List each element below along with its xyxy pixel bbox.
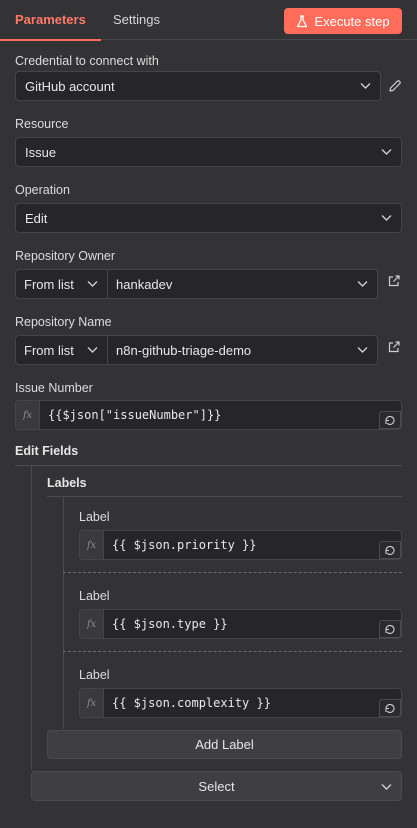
- chevron-down-icon: [357, 347, 368, 353]
- label-expression-input[interactable]: fx {{ $json.type }}: [79, 609, 402, 639]
- chevron-down-icon: [360, 83, 371, 89]
- external-link-icon[interactable]: [387, 274, 401, 288]
- issue-number-expression-input[interactable]: fx {{$json["issueNumber"]}}: [15, 400, 402, 430]
- label-item-separator: [63, 651, 402, 652]
- label-value: {{ $json.type }}: [112, 617, 228, 631]
- label-item-label: Label: [79, 589, 110, 603]
- repository-owner-value: hankadev: [116, 276, 173, 292]
- edit-fields-label: Edit Fields: [15, 444, 79, 458]
- expand-editor-button[interactable]: [379, 541, 401, 559]
- expand-editor-button[interactable]: [379, 620, 401, 638]
- chevron-down-icon: [357, 281, 368, 287]
- label-expression-input[interactable]: fx {{ $json.priority }}: [79, 530, 402, 560]
- chevron-down-icon: [87, 347, 98, 353]
- label-item-label: Label: [79, 668, 110, 682]
- expand-icon: [385, 545, 395, 555]
- add-label-text: Add Label: [195, 737, 254, 752]
- label-value: {{ $json.priority }}: [112, 538, 257, 552]
- operation-value: Edit: [25, 210, 48, 226]
- credential-value: GitHub account: [25, 78, 115, 94]
- chevron-down-icon: [381, 149, 392, 155]
- labels-group-label: Labels: [47, 476, 87, 490]
- edit-fields-indent-line: [31, 466, 32, 769]
- tab-settings[interactable]: Settings: [113, 0, 160, 40]
- credential-label: Credential to connect with: [15, 54, 159, 68]
- repository-name-mode-select[interactable]: From list: [15, 335, 108, 365]
- tab-bar: Parameters Settings Execute step: [0, 0, 417, 41]
- label-item-label: Label: [79, 510, 110, 524]
- expand-editor-button[interactable]: [379, 699, 401, 717]
- fx-icon: fx: [80, 610, 104, 638]
- label-expression-input[interactable]: fx {{ $json.complexity }}: [79, 688, 402, 718]
- fx-icon: fx: [80, 689, 104, 717]
- expand-icon: [385, 415, 395, 425]
- repository-owner-select[interactable]: hankadev: [108, 269, 378, 299]
- repository-name-label: Repository Name: [15, 315, 112, 329]
- resource-select[interactable]: Issue: [15, 137, 402, 167]
- operation-label: Operation: [15, 183, 70, 197]
- repository-owner-mode: From list: [24, 276, 74, 292]
- repository-owner-mode-select[interactable]: From list: [15, 269, 108, 299]
- pencil-icon[interactable]: [388, 79, 402, 93]
- labels-group-divider: [47, 496, 402, 497]
- label-item-separator: [63, 572, 402, 573]
- execute-step-button[interactable]: Execute step: [284, 8, 402, 34]
- resource-label: Resource: [15, 117, 69, 131]
- repository-name-mode: From list: [24, 342, 74, 358]
- external-link-icon[interactable]: [387, 340, 401, 354]
- expand-icon: [385, 624, 395, 634]
- expand-icon: [385, 703, 395, 713]
- fx-icon: fx: [16, 401, 40, 429]
- issue-number-value: {{$json["issueNumber"]}}: [48, 408, 222, 422]
- labels-group-indent-line: [63, 497, 64, 729]
- expand-editor-button[interactable]: [379, 411, 401, 429]
- repository-name-value: n8n-github-triage-demo: [116, 342, 252, 358]
- credential-select[interactable]: GitHub account: [15, 71, 381, 101]
- add-field-select-placeholder: Select: [198, 778, 235, 794]
- resource-value: Issue: [25, 144, 57, 160]
- issue-number-label: Issue Number: [15, 381, 93, 395]
- label-value: {{ $json.complexity }}: [112, 696, 271, 710]
- fx-icon: fx: [80, 531, 104, 559]
- repository-name-select[interactable]: n8n-github-triage-demo: [108, 335, 378, 365]
- add-label-button[interactable]: Add Label: [47, 730, 402, 759]
- tab-parameters[interactable]: Parameters: [0, 0, 101, 41]
- add-field-select[interactable]: Select: [31, 771, 402, 801]
- flask-icon: [297, 14, 308, 27]
- repository-owner-label: Repository Owner: [15, 249, 116, 263]
- chevron-down-icon: [381, 784, 392, 790]
- execute-step-label: Execute step: [314, 13, 390, 29]
- chevron-down-icon: [381, 215, 392, 221]
- chevron-down-icon: [87, 281, 98, 287]
- operation-select[interactable]: Edit: [15, 203, 402, 233]
- edit-fields-divider: [15, 465, 402, 466]
